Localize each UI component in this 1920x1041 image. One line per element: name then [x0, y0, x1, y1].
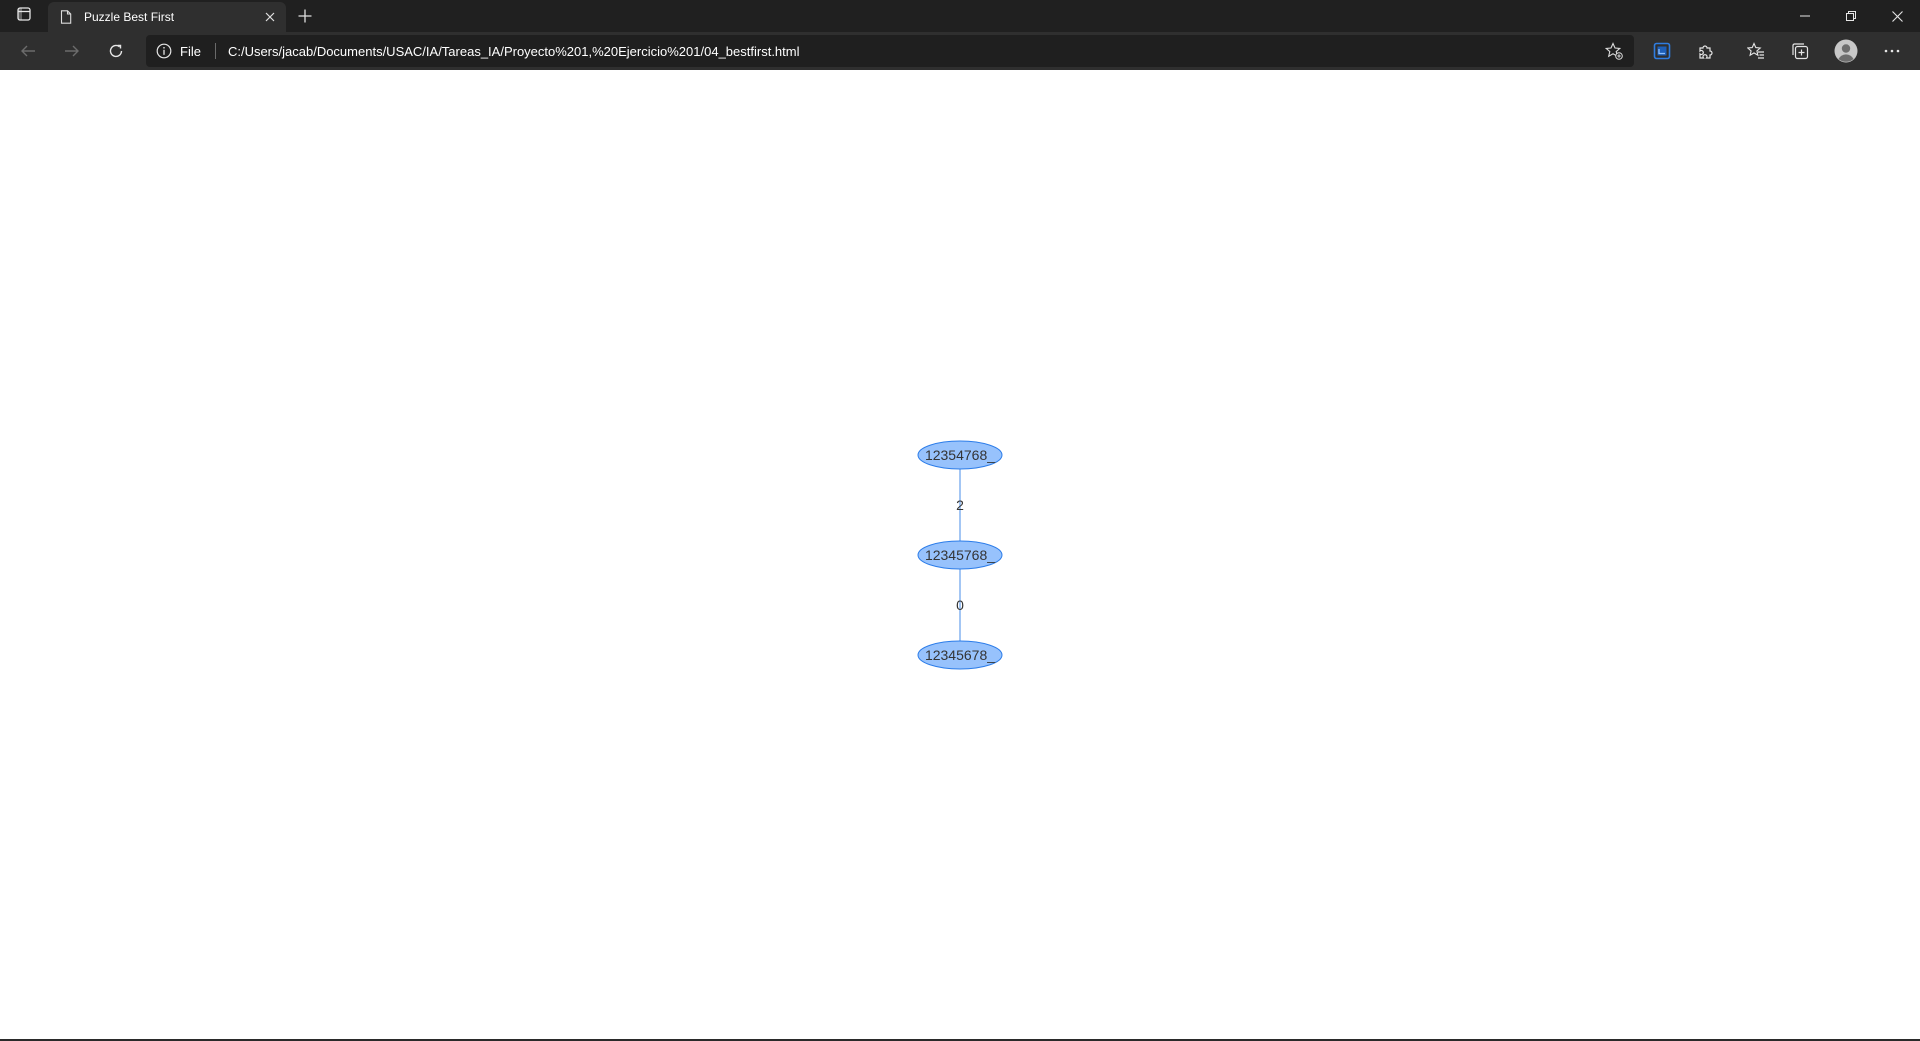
minimize-icon	[1800, 15, 1810, 17]
close-icon	[265, 12, 275, 22]
arrow-left-icon	[21, 45, 35, 57]
collections-button[interactable]	[1784, 35, 1816, 67]
avatar-icon	[1834, 39, 1858, 63]
back-button[interactable]	[12, 35, 44, 67]
tab-actions-icon	[17, 6, 31, 26]
collections-icon	[1792, 43, 1809, 60]
page-icon	[58, 9, 74, 25]
menu-button[interactable]	[1876, 35, 1908, 67]
restore-button[interactable]	[1828, 0, 1874, 32]
address-bar[interactable]: File C:/Users/jacab/Documents/USAC/IA/Ta…	[146, 35, 1634, 67]
node-label: 12345768_	[925, 547, 995, 563]
restore-icon	[1846, 11, 1856, 21]
add-favorite-button[interactable]	[1600, 37, 1628, 65]
extensions-button[interactable]	[1690, 35, 1722, 67]
node-label: 12354768_	[925, 447, 995, 463]
graph-node[interactable]: 12354768_	[917, 440, 1003, 470]
plus-icon	[298, 9, 312, 23]
node-label: 12345678_	[925, 647, 995, 663]
favorites-button[interactable]	[1740, 35, 1772, 67]
close-icon	[1891, 10, 1903, 22]
extension-active-button[interactable]	[1646, 35, 1678, 67]
close-tab-button[interactable]	[260, 7, 280, 27]
extension-badge-icon	[1653, 42, 1671, 60]
arrow-right-icon	[65, 45, 79, 57]
minimize-button[interactable]	[1782, 0, 1828, 32]
forward-button[interactable]	[56, 35, 88, 67]
profile-button[interactable]	[1830, 35, 1862, 67]
tab-active[interactable]: Puzzle Best First	[48, 2, 286, 32]
new-tab-button[interactable]	[292, 4, 318, 28]
url-text[interactable]: C:/Users/jacab/Documents/USAC/IA/Tareas_…	[228, 44, 1600, 59]
close-window-button[interactable]	[1874, 0, 1920, 32]
graph-node[interactable]: 12345768_	[917, 540, 1003, 570]
edge-label: 0	[956, 597, 964, 613]
favorites-icon	[1747, 42, 1764, 59]
more-icon	[1884, 49, 1900, 53]
page-content: 2 0 12354768_ 12345768_ 12345678_	[0, 70, 1920, 1041]
address-divider	[214, 43, 216, 59]
tab-title: Puzzle Best First	[84, 10, 175, 24]
site-label: File	[180, 43, 201, 59]
site-info-button[interactable]: File	[146, 35, 201, 67]
info-icon	[156, 43, 172, 59]
graph-node[interactable]: 12345678_	[917, 640, 1003, 670]
refresh-icon	[109, 44, 123, 58]
tab-actions-button[interactable]	[10, 4, 38, 28]
refresh-button[interactable]	[100, 35, 132, 67]
star-add-icon	[1605, 42, 1623, 60]
edge-label: 2	[956, 497, 964, 513]
toolbar: File C:/Users/jacab/Documents/USAC/IA/Ta…	[0, 32, 1920, 93]
graph-canvas[interactable]: 2 0 12354768_ 12345768_ 12345678_	[0, 70, 1920, 1039]
puzzle-icon	[1699, 45, 1713, 59]
title-bar: Puzzle Best First	[0, 0, 1920, 32]
